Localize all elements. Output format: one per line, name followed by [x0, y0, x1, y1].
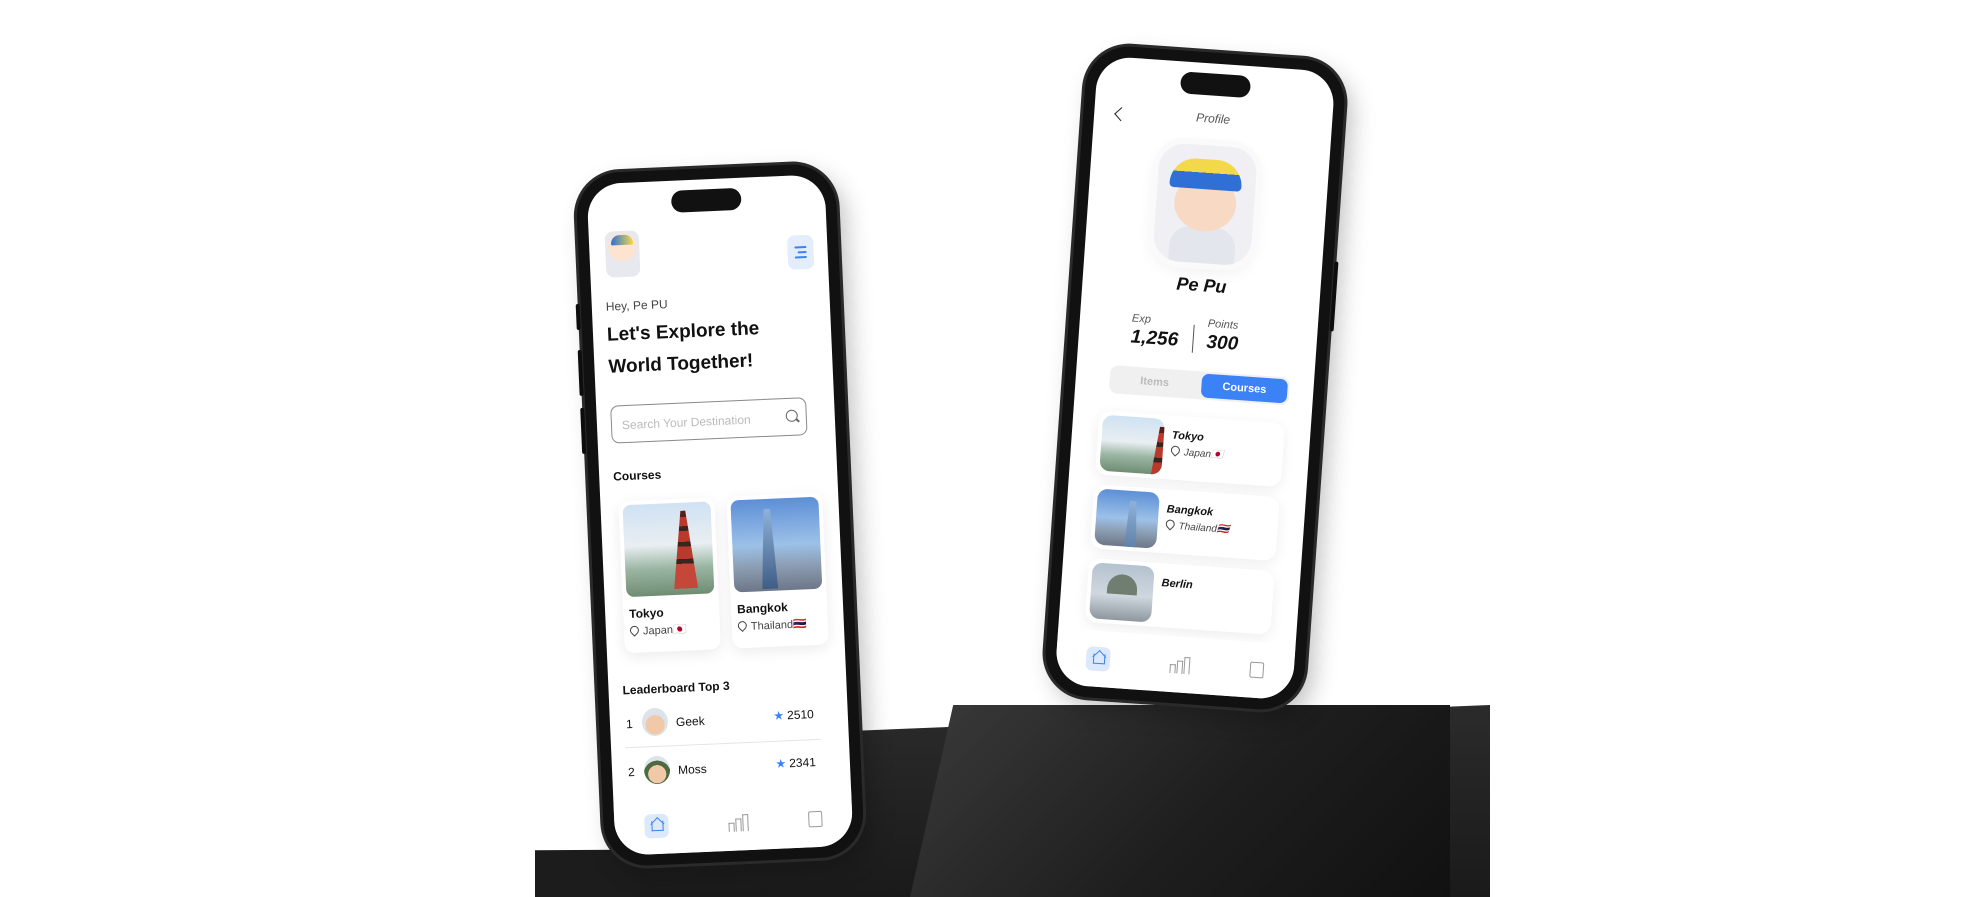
- stat-points: Points 300: [1206, 318, 1240, 356]
- menu-icon: [794, 255, 807, 259]
- side-button: [1329, 261, 1339, 332]
- chart-icon[interactable]: [728, 813, 749, 832]
- leaderboard-score-value: 2341: [788, 755, 817, 771]
- course-name: Tokyo: [1171, 429, 1205, 444]
- leaderboard-score: ★ 2341: [775, 755, 816, 771]
- course-location: Thailand🇹🇭: [735, 617, 808, 633]
- menu-button[interactable]: [786, 234, 815, 270]
- star-icon: ★: [775, 756, 787, 771]
- leaderboard-row[interactable]: 1 Geek ★ 2510: [623, 699, 820, 740]
- leaderboard-rank: 2: [627, 764, 636, 780]
- page-title: Profile: [1195, 110, 1231, 127]
- profile-name: Pe Pu: [1175, 273, 1228, 297]
- chart-bar: [735, 818, 742, 832]
- chart-bar: [1169, 663, 1176, 674]
- course-card-bangkok[interactable]: Bangkok Thailand🇹🇭: [726, 492, 829, 649]
- course-location-text: Japan🇯🇵: [1183, 447, 1224, 462]
- course-image: [730, 496, 823, 593]
- avatar: [641, 707, 669, 737]
- chart-bar: [1176, 660, 1184, 674]
- avatar-hat: [1169, 156, 1244, 192]
- course-image: [1094, 488, 1160, 549]
- course-name: Bangkok: [1166, 503, 1214, 519]
- stat-label: Exp: [1131, 312, 1152, 326]
- page-title: Let's Explore the World Together!: [606, 318, 760, 378]
- star-icon: ★: [773, 708, 785, 723]
- phone-home: Hey, Pe PU Let's Explore the World Toget…: [574, 162, 866, 868]
- bag-icon[interactable]: [808, 810, 823, 828]
- side-button: [575, 303, 581, 331]
- side-button: [577, 349, 584, 397]
- phone-profile: Profile Pe Pu Exp 1,256 Points 300 Items…: [1042, 43, 1348, 713]
- search-icon[interactable]: [785, 409, 798, 423]
- bottom-nav: [613, 789, 854, 856]
- menu-icon: [794, 245, 807, 249]
- leaderboard-score-value: 2510: [786, 707, 815, 723]
- pedestal-upper: [910, 705, 1450, 897]
- greeting: Hey, Pe PU: [605, 297, 668, 314]
- course-location: Japan🇯🇵: [628, 623, 687, 638]
- home-screen: Hey, Pe PU Let's Explore the World Toget…: [586, 174, 854, 856]
- course-location: Japan🇯🇵: [1169, 443, 1224, 462]
- leaderboard-rank: 1: [625, 717, 634, 732]
- location-pin-icon: [1163, 517, 1177, 531]
- course-image: [1088, 562, 1155, 623]
- tab-courses[interactable]: Courses: [1200, 373, 1289, 404]
- course-name: Bangkok: [736, 600, 789, 617]
- location-pin-icon: [1169, 443, 1182, 457]
- chart-bar: [1183, 656, 1191, 675]
- course-card-tokyo[interactable]: Tokyo Japan🇯🇵: [1095, 410, 1286, 488]
- course-image: [622, 501, 715, 598]
- course-image: [1099, 414, 1166, 475]
- side-button: [580, 407, 587, 454]
- leaderboard-title: Leaderboard Top 3: [622, 678, 730, 698]
- course-location: Thailand🇹🇭: [1163, 517, 1230, 536]
- leaderboard-name: Moss: [677, 761, 708, 778]
- chart-icon[interactable]: [1169, 655, 1191, 675]
- avatar: [643, 755, 671, 785]
- course-card-berlin[interactable]: Berlin: [1084, 558, 1275, 635]
- course-location-text: Thailand🇹🇭: [750, 618, 808, 633]
- dynamic-island: [1179, 71, 1252, 99]
- course-location-text: Japan🇯🇵: [642, 623, 687, 638]
- leaderboard-name: Geek: [675, 713, 705, 730]
- chart-bar: [742, 814, 749, 832]
- divider: [625, 738, 821, 749]
- chart-bar: [728, 822, 735, 832]
- course-card-tokyo[interactable]: Tokyo Japan🇯🇵: [618, 497, 721, 654]
- stat-divider: [1191, 324, 1195, 353]
- bag-icon[interactable]: [1249, 661, 1265, 679]
- home-icon[interactable]: [643, 813, 670, 839]
- search-input[interactable]: [619, 399, 775, 445]
- location-pin-icon: [628, 623, 641, 637]
- avatar: [1152, 142, 1259, 267]
- dynamic-island: [670, 187, 742, 213]
- profile-screen: Profile Pe Pu Exp 1,256 Points 300 Items…: [1054, 55, 1336, 701]
- courses-title: Courses: [612, 467, 662, 484]
- tab-switcher: Items Courses: [1108, 365, 1291, 406]
- stat-exp: Exp 1,256: [1130, 312, 1180, 351]
- location-pin-icon: [735, 619, 749, 632]
- avatar[interactable]: [604, 230, 641, 278]
- stat-value: 300: [1205, 331, 1239, 355]
- home-icon[interactable]: [1085, 646, 1111, 672]
- leaderboard-row[interactable]: 2 Moss ★ 2341: [625, 747, 822, 788]
- course-card-bangkok[interactable]: Bangkok Thailand🇹🇭: [1089, 484, 1280, 562]
- search-box[interactable]: [610, 397, 808, 445]
- stat-label: Points: [1207, 317, 1239, 332]
- stat-value: 1,256: [1129, 326, 1179, 351]
- course-location-text: Thailand🇹🇭: [1178, 521, 1230, 536]
- bottom-nav: [1054, 628, 1296, 701]
- menu-icon: [797, 250, 807, 254]
- leaderboard-score: ★ 2510: [773, 707, 814, 723]
- course-name: Berlin: [1161, 577, 1194, 592]
- course-name: Tokyo: [628, 605, 664, 622]
- tab-items[interactable]: Items: [1111, 367, 1198, 397]
